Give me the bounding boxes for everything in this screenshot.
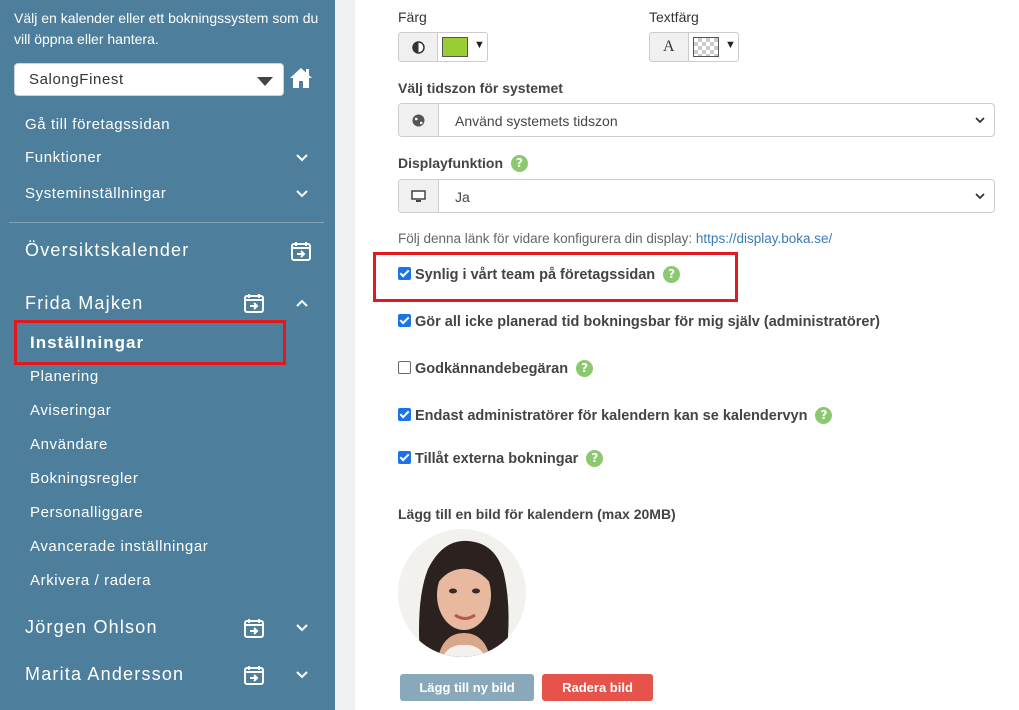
layout-gap	[335, 0, 355, 710]
portrait-image	[398, 529, 526, 657]
checkbox-row-admin-only: Endast administratörer för kalendern kan…	[398, 407, 833, 424]
contrast-addon	[398, 32, 438, 62]
system-select[interactable]: SalongFinest	[14, 63, 284, 96]
display-link[interactable]: https://display.boka.se/	[696, 231, 832, 246]
sidebar-intro: Välj en kalender eller ett bokningssyste…	[14, 10, 319, 47]
system-select-value: SalongFinest	[29, 71, 124, 88]
home-icon[interactable]	[289, 66, 313, 90]
add-image-button[interactable]: Lägg till ny bild	[400, 674, 534, 701]
sidebar-item-arkivera[interactable]: Arkivera / radera	[30, 572, 151, 589]
timezone-value: Använd systemets tidszon	[455, 113, 618, 129]
display-link-text: Följ denna länk för vidare konfigurera d…	[398, 231, 696, 246]
display-select[interactable]: Ja	[398, 179, 995, 213]
help-icon[interactable]: ?	[511, 155, 529, 172]
chevron-down-icon[interactable]	[295, 668, 309, 682]
delete-image-button[interactable]: Radera bild	[542, 674, 653, 701]
transparent-swatch	[693, 37, 719, 57]
checkbox-row-approval: Godkännandebegäran?	[398, 360, 594, 377]
color-label: Färg	[398, 9, 427, 25]
sidebar-item-settings[interactable]: Inställningar	[30, 333, 144, 353]
help-icon[interactable]: ?	[586, 450, 604, 467]
checkbox-row-team: Synlig i vårt team på företagssidan?	[398, 266, 681, 283]
overview-calendar[interactable]: Översiktskalender	[25, 240, 189, 261]
image-label: Lägg till en bild för kalendern (max 20M…	[398, 506, 676, 522]
checkbox-label: Tillåt externa bokningar	[415, 451, 579, 467]
sidebar: Välj en kalender eller ett bokningssyste…	[0, 0, 335, 710]
link-company-page[interactable]: Gå till företagssidan	[25, 116, 170, 133]
help-icon[interactable]: ?	[663, 266, 681, 283]
calendar-frida-majken[interactable]: Frida Majken	[25, 293, 143, 314]
text-color-picker[interactable]: ▼	[688, 32, 739, 62]
chevron-down-icon[interactable]	[295, 621, 309, 635]
timezone-label: Välj tidszon för systemet	[398, 80, 563, 96]
calendar-jorgen-ohlson[interactable]: Jörgen Ohlson	[25, 617, 158, 638]
link-functions[interactable]: Funktioner	[25, 149, 102, 166]
caret-down-icon: ▼	[474, 39, 485, 51]
sidebar-item-anvandare[interactable]: Användare	[30, 436, 108, 453]
sidebar-item-aviseringar[interactable]: Aviseringar	[30, 402, 111, 419]
admin-bookable-checkbox[interactable]	[398, 314, 411, 327]
sidebar-item-bokningsregler[interactable]: Bokningsregler	[30, 470, 138, 487]
help-icon[interactable]: ?	[815, 407, 833, 424]
chevron-down-icon[interactable]	[295, 187, 309, 201]
checkbox-label: Synlig i vårt team på företagssidan	[415, 267, 656, 283]
approval-request-checkbox[interactable]	[398, 361, 411, 374]
help-icon[interactable]: ?	[576, 360, 594, 377]
caret-down-icon: ▼	[725, 39, 736, 51]
team-visible-checkbox[interactable]	[398, 267, 411, 280]
chevron-down-icon	[975, 193, 985, 200]
sidebar-item-avancerade[interactable]: Avancerade inställningar	[30, 538, 208, 555]
calendar-icon[interactable]	[243, 664, 265, 686]
text-color-label: Textfärg	[649, 9, 699, 25]
chevron-down-icon[interactable]	[295, 151, 309, 165]
color-picker[interactable]: ▼	[437, 32, 488, 62]
sidebar-divider	[9, 222, 324, 223]
display-label: Displayfunktion?	[398, 155, 529, 172]
display-value: Ja	[455, 189, 470, 205]
external-bookings-checkbox[interactable]	[398, 451, 411, 464]
checkbox-row-external: Tillåt externa bokningar?	[398, 450, 604, 467]
chevron-down-icon	[975, 117, 985, 124]
globe-addon	[399, 104, 439, 136]
calendar-icon[interactable]	[243, 617, 265, 639]
sidebar-item-planering[interactable]: Planering	[30, 368, 99, 385]
color-swatch	[442, 37, 468, 57]
sidebar-item-personalliggare[interactable]: Personalliggare	[30, 504, 143, 521]
checkbox-label: Godkännandebegäran	[415, 361, 569, 377]
monitor-addon	[399, 180, 439, 212]
contrast-icon	[412, 41, 425, 54]
checkbox-row-admin-bookable: Gör all icke planerad tid bokningsbar fö…	[398, 314, 880, 330]
globe-icon	[412, 114, 425, 127]
admin-only-view-checkbox[interactable]	[398, 408, 411, 421]
display-link-line: Följ denna länk för vidare konfigurera d…	[398, 231, 832, 246]
settings-panel: Färg ▼ Textfärg A ▼ Välj tidszon för sys…	[355, 0, 1019, 710]
calendar-icon[interactable]	[243, 292, 265, 314]
checkbox-label: Gör all icke planerad tid bokningsbar fö…	[415, 314, 880, 330]
calendar-marita-andersson[interactable]: Marita Andersson	[25, 664, 184, 685]
display-label-text: Displayfunktion	[398, 155, 504, 171]
caret-down-icon	[257, 77, 273, 86]
font-addon: A	[649, 32, 689, 62]
monitor-icon	[411, 190, 426, 202]
link-system-settings[interactable]: Systeminställningar	[25, 185, 166, 202]
checkbox-label: Endast administratörer för kalendern kan…	[415, 408, 808, 424]
calendar-icon[interactable]	[290, 240, 312, 262]
avatar	[398, 529, 526, 657]
font-icon: A	[663, 38, 675, 55]
chevron-up-icon[interactable]	[295, 296, 309, 310]
timezone-select[interactable]: Använd systemets tidszon	[398, 103, 995, 137]
